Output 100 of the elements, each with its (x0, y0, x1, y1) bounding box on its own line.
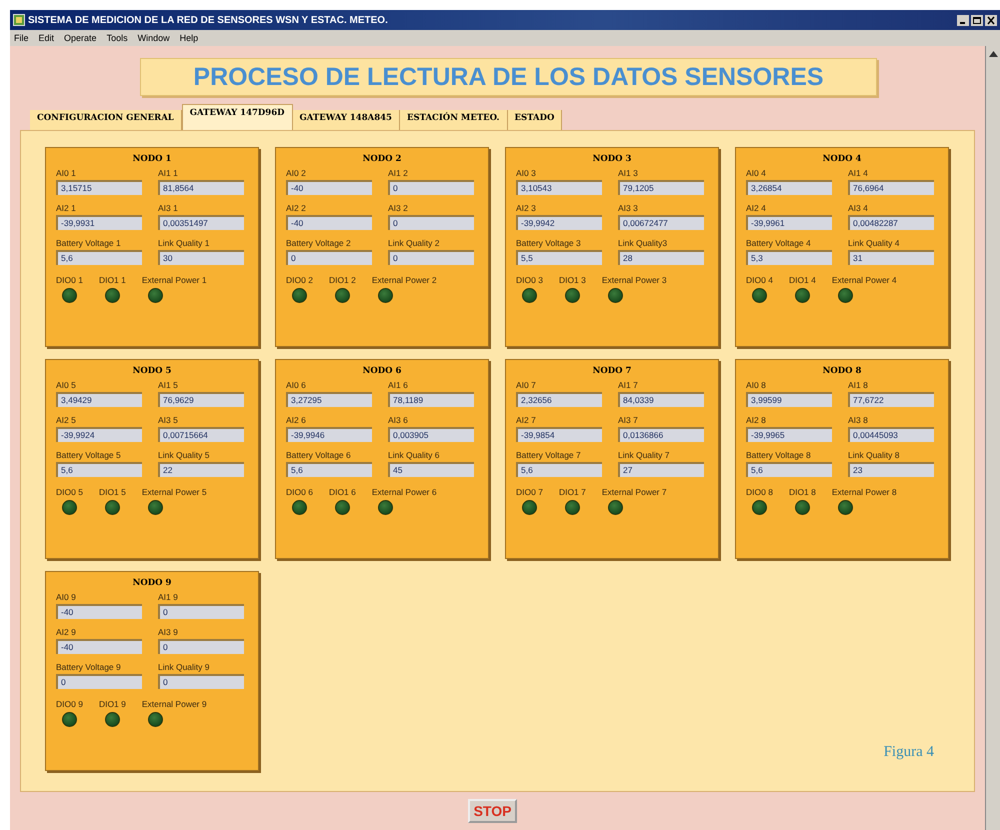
numeric-indicator: 23 (848, 462, 934, 477)
led-label: DIO0 1 (56, 275, 83, 285)
led-label: DIO1 4 (788, 275, 816, 285)
numeric-indicator: 5,6 (286, 462, 372, 477)
window-title: SISTEMA DE MEDICION DE LA RED DE SENSORES WSN Y ESTAC. METEO. (28, 14, 388, 26)
tab[interactable]: ESTACIÓN METEO. (400, 110, 508, 130)
field-label: Battery Voltage 6 (286, 450, 351, 460)
field-label: AI1 2 (388, 168, 408, 178)
field-label: AI0 5 (56, 380, 76, 390)
numeric-indicator: 22 (158, 462, 244, 477)
numeric-indicator: -39,9931 (56, 215, 142, 230)
tab[interactable]: GATEWAY 147D96D (182, 104, 292, 130)
field-label: AI1 1 (158, 168, 178, 178)
panel-title: PROCESO DE LECTURA DE LOS DATOS SENSORES (140, 58, 877, 96)
numeric-indicator: 30 (158, 250, 244, 265)
numeric-indicator: -40 (286, 215, 372, 230)
numeric-indicator: 27 (618, 462, 704, 477)
field-label: Link Quality 1 (158, 238, 210, 248)
numeric-indicator: 5,3 (746, 250, 832, 265)
numeric-indicator: 45 (388, 462, 474, 477)
node-title: NODO 8 (822, 366, 862, 376)
app-icon (13, 14, 25, 26)
field-label: Battery Voltage 2 (286, 238, 351, 248)
numeric-indicator: 84,0339 (618, 392, 704, 407)
led-label: DIO0 3 (516, 275, 543, 285)
field-label: Battery Voltage 7 (516, 450, 581, 460)
scrollbar[interactable] (985, 46, 1000, 830)
field-label: AI0 9 (56, 592, 76, 602)
tab[interactable]: ESTADO (508, 110, 562, 130)
field-label: Link Quality 6 (388, 450, 440, 460)
numeric-indicator: -39,9961 (746, 215, 832, 230)
numeric-indicator: 28 (618, 250, 704, 265)
close-icon[interactable] (985, 14, 997, 26)
menu-item[interactable]: File (14, 33, 29, 43)
field-label: AI2 7 (516, 415, 536, 425)
node-title: NODO 2 (362, 154, 402, 164)
numeric-indicator: 5,6 (56, 250, 142, 265)
menu-item[interactable]: Help (180, 33, 198, 43)
field-label: Link Quality3 (618, 238, 668, 248)
led-label: External Power 4 (832, 275, 897, 285)
led-label: DIO1 5 (98, 487, 126, 497)
menu-item[interactable]: Tools (106, 33, 128, 43)
numeric-indicator: 78,1189 (388, 392, 474, 407)
field-label: AI2 4 (746, 203, 766, 213)
numeric-indicator: -39,9965 (746, 427, 832, 442)
led-label: External Power 3 (602, 275, 667, 285)
led-label: External Power 2 (372, 275, 437, 285)
field-label: Battery Voltage 5 (56, 450, 121, 460)
field-label: Battery Voltage 9 (56, 662, 121, 672)
field-label: AI3 5 (158, 415, 178, 425)
field-label: AI2 2 (286, 203, 306, 213)
numeric-indicator: 0 (388, 215, 474, 230)
numeric-indicator: 3,99599 (746, 392, 832, 407)
node-title: NODO 7 (592, 366, 632, 376)
led-label: DIO1 2 (328, 275, 356, 285)
numeric-indicator: 0 (388, 180, 474, 195)
numeric-indicator: 0 (388, 250, 474, 265)
field-label: AI1 7 (618, 380, 638, 390)
scroll-up-icon[interactable] (988, 50, 998, 57)
numeric-indicator: 3,10543 (516, 180, 602, 195)
maximize-icon[interactable] (971, 14, 983, 26)
numeric-indicator: 5,5 (516, 250, 602, 265)
menu-item[interactable]: Operate (64, 33, 97, 43)
numeric-indicator: 2,32656 (516, 392, 602, 407)
led-label: DIO0 4 (746, 275, 773, 285)
menu-item[interactable]: Edit (38, 33, 54, 43)
led-label: External Power 8 (832, 487, 897, 497)
numeric-indicator: 3,26854 (746, 180, 832, 195)
numeric-indicator: 31 (848, 250, 934, 265)
tab[interactable]: GATEWAY 148A845 (292, 110, 400, 130)
minimize-icon[interactable] (957, 14, 969, 26)
field-label: Battery Voltage 3 (516, 238, 581, 248)
field-label: Link Quality 5 (158, 450, 210, 460)
field-label: AI2 3 (516, 203, 536, 213)
field-label: Link Quality 8 (848, 450, 900, 460)
tab[interactable]: CONFIGURACION GENERAL (30, 110, 182, 130)
field-label: AI2 5 (56, 415, 76, 425)
numeric-indicator: -39,9924 (56, 427, 142, 442)
numeric-indicator: 76,9629 (158, 392, 244, 407)
led-label: External Power 7 (602, 487, 667, 497)
field-label: AI2 1 (56, 203, 76, 213)
field-label: Battery Voltage 4 (746, 238, 811, 248)
field-label: AI3 2 (388, 203, 408, 213)
field-label: Link Quality 7 (618, 450, 670, 460)
numeric-indicator: -39,9854 (516, 427, 602, 442)
field-label: Link Quality 9 (158, 662, 210, 672)
numeric-indicator: -39,9942 (516, 215, 602, 230)
numeric-indicator: 77,6722 (848, 392, 934, 407)
led-label: External Power 5 (142, 487, 207, 497)
numeric-indicator: 0,00351497 (158, 215, 244, 230)
numeric-indicator: 3,49429 (56, 392, 142, 407)
led-label: DIO0 6 (286, 487, 313, 497)
numeric-indicator: 0,00715664 (158, 427, 244, 442)
field-label: Battery Voltage 8 (746, 450, 811, 460)
numeric-indicator: 0 (158, 674, 244, 689)
numeric-indicator: 0 (158, 604, 244, 619)
node-title: NODO 9 (132, 578, 172, 588)
figure-caption: Figura 4 (884, 744, 934, 761)
menu-item[interactable]: Window (138, 33, 170, 43)
numeric-indicator: -40 (286, 180, 372, 195)
